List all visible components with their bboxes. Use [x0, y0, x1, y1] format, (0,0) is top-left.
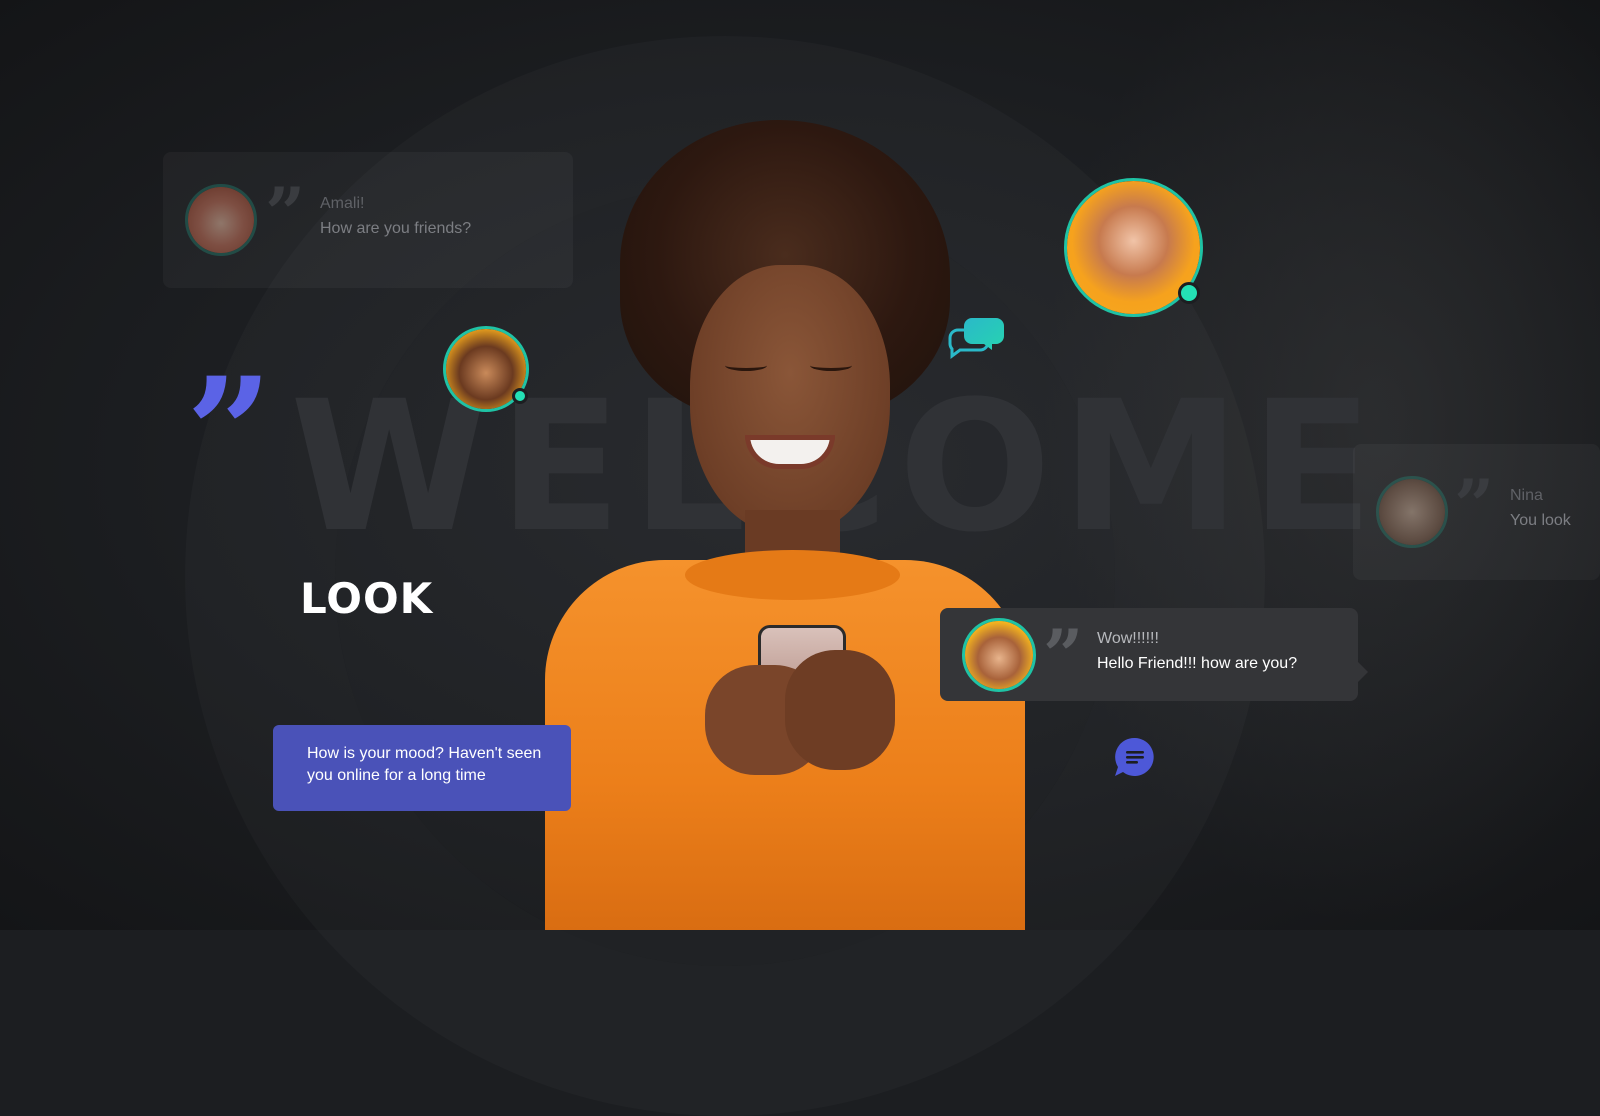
- message-bubble[interactable]: How is your mood? Haven't seen you onlin…: [273, 725, 571, 811]
- card-message: Hello Friend!!! how are you?: [1097, 655, 1298, 672]
- quote-icon: ”: [186, 345, 273, 521]
- online-status-dot: [1178, 282, 1200, 304]
- card-tail: [1356, 660, 1368, 684]
- avatar-nina[interactable]: [1376, 476, 1448, 548]
- card-name: Amali!: [320, 195, 365, 212]
- card-name: Wow!!!!!!: [1097, 630, 1159, 647]
- card-name: Nina: [1510, 487, 1543, 504]
- message-card-wow[interactable]: ” Wow!!!!!! Hello Friend!!! how are you?: [940, 608, 1368, 701]
- quote-icon: ”: [265, 172, 306, 255]
- quote-icon: ”: [1043, 614, 1084, 697]
- message-card-amali[interactable]: ” Amali! How are you friends?: [163, 152, 573, 288]
- card-message: You look: [1510, 512, 1571, 529]
- message-card-nina[interactable]: ” Nina You look: [1353, 444, 1600, 580]
- online-status-dot: [512, 388, 528, 404]
- message-icon[interactable]: [1114, 736, 1156, 778]
- right-hand: [785, 650, 895, 770]
- headline: LOOK: [300, 574, 434, 623]
- person-collar: [685, 550, 900, 600]
- person-face: [690, 265, 890, 535]
- avatar-sunglasses[interactable]: [962, 618, 1036, 692]
- card-message: How are you friends?: [320, 220, 472, 237]
- hero-person: [545, 120, 1045, 930]
- avatar-amali[interactable]: [185, 184, 257, 256]
- quote-icon: ”: [1454, 464, 1495, 547]
